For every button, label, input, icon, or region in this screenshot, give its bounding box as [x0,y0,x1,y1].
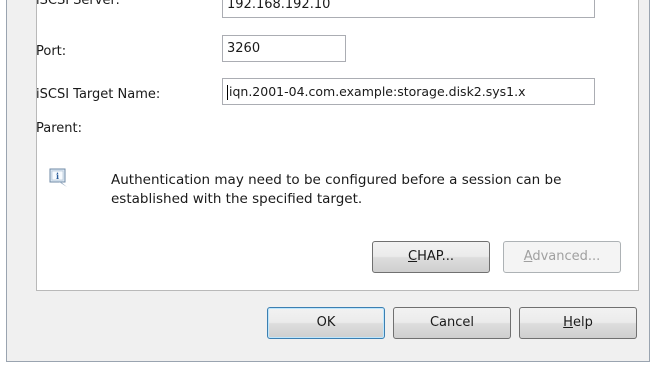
cancel-button[interactable]: Cancel [393,307,511,339]
help-label: elp [572,315,593,330]
svg-text:i: i [56,171,59,181]
target-name-field[interactable]: iqn.2001-04.com.example:storage.disk2.sy… [222,78,595,105]
chap-button[interactable]: CHAP... [372,241,490,273]
server-label: iSCSI Server: [36,0,120,8]
server-field[interactable]: 192.168.192.10 [222,0,595,18]
advanced-label: dvanced... [532,249,601,264]
info-icon: i [49,168,67,187]
chap-accel: C [408,249,418,264]
port-label: Port: [36,44,67,59]
chap-label: HAP... [417,249,454,264]
parent-label: Parent: [36,121,82,136]
target-name-label: iSCSI Target Name: [36,87,161,102]
help-accel: H [563,315,573,330]
port-field[interactable]: 3260 [222,35,346,62]
target-name-value: iqn.2001-04.com.example:storage.disk2.sy… [229,84,526,99]
advanced-button[interactable]: Advanced... [503,241,621,273]
ok-button[interactable]: OK [267,307,385,339]
auth-info-text: Authentication may need to be configured… [111,172,562,207]
help-button[interactable]: Help [519,307,637,339]
